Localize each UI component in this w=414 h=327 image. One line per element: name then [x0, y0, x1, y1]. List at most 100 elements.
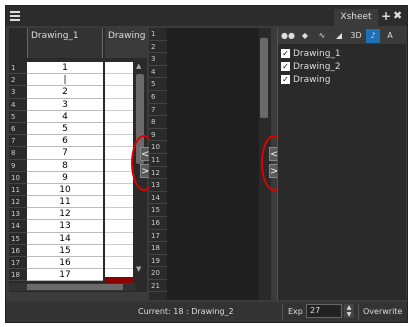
- frame-number: 6: [149, 91, 167, 104]
- exposure-cell[interactable]: 4: [27, 111, 103, 123]
- tab-xsheet[interactable]: Xsheet: [334, 9, 378, 26]
- exposure-field[interactable]: 27: [306, 304, 342, 318]
- frame-number: 19: [149, 255, 167, 268]
- add-tab-button[interactable]: +: [381, 9, 391, 23]
- column-header-drawing[interactable]: Drawing: [105, 28, 147, 58]
- xsheet-left-panel: Drawing_1 Drawing 1 2 3 4 5 6 7 8 9 10 11 12 13 14 15 1…: [9, 28, 147, 292]
- column-header-drawing-1[interactable]: Drawing_1: [27, 28, 103, 58]
- exposure-cell[interactable]: 6: [27, 135, 103, 148]
- scrollbar-thumb[interactable]: [260, 38, 268, 118]
- frame-number: 2: [9, 74, 27, 87]
- divider: [358, 304, 359, 320]
- exposure-cell[interactable]: 3: [27, 99, 103, 111]
- frame-number: 13: [9, 208, 27, 221]
- drawing-1-column[interactable]: 1 | 2 3 4 5 6 7 8 9 10 11 12 13 14 15 16 17: [27, 62, 103, 282]
- xsheet-toolbar: ●● ◆ ∿ ◢ 3D ♪ A: [278, 28, 406, 44]
- exposure-cell[interactable]: [105, 220, 133, 233]
- layer-item[interactable]: ✓ Drawing_2: [281, 61, 341, 73]
- exposure-cell[interactable]: [105, 123, 133, 136]
- exposure-cell[interactable]: [105, 99, 133, 111]
- empty-column-area[interactable]: [167, 28, 259, 300]
- exposure-cell[interactable]: [105, 196, 133, 209]
- exposure-cell[interactable]: [105, 86, 133, 99]
- frame-number: 7: [149, 104, 167, 117]
- annotation-icon[interactable]: A: [383, 29, 397, 43]
- checkbox[interactable]: ✓: [281, 49, 290, 58]
- 3d-label[interactable]: 3D: [349, 29, 363, 43]
- frame-number: 15: [149, 204, 167, 217]
- exposure-cell[interactable]: 17: [27, 269, 103, 282]
- frame-number: 20: [149, 267, 167, 280]
- layer-list-panel: ●● ◆ ∿ ◢ 3D ♪ A ✓ Drawing_1 ✓ Drawing_2 ✓ Drawing: [277, 28, 406, 300]
- exposure-cell[interactable]: [105, 245, 133, 257]
- frame-number: 5: [9, 111, 27, 123]
- frame-number: 1: [9, 62, 27, 75]
- checkbox[interactable]: ✓: [281, 75, 290, 84]
- exposure-cell[interactable]: [105, 160, 133, 172]
- exposure-cell[interactable]: 5: [27, 123, 103, 136]
- exposure-cell[interactable]: 7: [27, 147, 103, 160]
- exposure-cell[interactable]: [105, 233, 133, 245]
- exposure-cell[interactable]: 9: [27, 172, 103, 184]
- exposure-cell[interactable]: 1: [27, 62, 103, 75]
- close-icon[interactable]: ✖: [393, 9, 402, 23]
- frame-number: 9: [9, 160, 27, 172]
- frame-number: 14: [9, 220, 27, 233]
- frame-number: 4: [149, 66, 167, 79]
- exposure-cell[interactable]: 14: [27, 233, 103, 245]
- exposure-cell[interactable]: [105, 135, 133, 148]
- exposure-cell[interactable]: [105, 147, 133, 160]
- frame-number: 13: [149, 179, 167, 192]
- exposure-cell[interactable]: 16: [27, 257, 103, 270]
- scrollbar-thumb[interactable]: [27, 284, 123, 290]
- exposure-cell[interactable]: [105, 184, 133, 197]
- frame-number: 18: [149, 242, 167, 255]
- frame-numbers: 1 2 3 4 5 6 7 8 9 10 11 12 13 14 15 16 17 18: [9, 62, 27, 282]
- checkbox[interactable]: ✓: [281, 62, 290, 71]
- frame-number: 6: [9, 123, 27, 136]
- sound-icon[interactable]: ♪: [366, 29, 380, 43]
- status-bar: Current: 18 : Drawing_2 Exp 27 ▲ ▼ Overwr…: [6, 302, 407, 322]
- scroll-up-icon[interactable]: ▲: [136, 62, 141, 70]
- menu-icon[interactable]: [10, 11, 20, 21]
- frame-number: 14: [149, 192, 167, 205]
- drawing-column[interactable]: [105, 62, 133, 282]
- layer-label: Drawing: [293, 75, 331, 85]
- exposure-cell[interactable]: 13: [27, 220, 103, 233]
- layer-item[interactable]: ✓ Drawing_1: [281, 48, 341, 60]
- exposure-cell[interactable]: 10: [27, 184, 103, 197]
- exposure-cell[interactable]: [105, 111, 133, 123]
- onion-skin-icon[interactable]: ●●: [281, 29, 295, 43]
- frame-number: 8: [9, 147, 27, 160]
- exposure-cell[interactable]: 8: [27, 160, 103, 172]
- color-icon[interactable]: ◆: [298, 29, 312, 43]
- exposure-cell[interactable]: 2: [27, 86, 103, 99]
- exposure-cell[interactable]: [105, 172, 133, 184]
- exposure-cell[interactable]: 11: [27, 196, 103, 209]
- exposure-cell[interactable]: [105, 62, 133, 75]
- exposure-cell[interactable]: 12: [27, 208, 103, 221]
- layer-label: Drawing_1: [293, 49, 341, 59]
- keyframe-icon[interactable]: ◢: [332, 29, 346, 43]
- frame-number: 9: [149, 129, 167, 142]
- frame-number: 3: [149, 53, 167, 66]
- exposure-cell[interactable]: |: [27, 74, 103, 87]
- frame-number: 17: [149, 230, 167, 243]
- exposure-stepper[interactable]: ▲ ▼: [344, 304, 354, 318]
- exposure-cell[interactable]: [105, 74, 133, 87]
- xsheet-middle-panel: 1 2 3 4 5 6 7 8 9 10 11 12 13 14 15 16 17 18 19 20 21: [149, 28, 271, 300]
- exposure-label: Exp: [288, 307, 303, 316]
- function-curve-icon[interactable]: ∿: [315, 29, 329, 43]
- frame-number: 1: [149, 28, 167, 41]
- exposure-cell[interactable]: 15: [27, 245, 103, 257]
- frame-number: 10: [149, 141, 167, 154]
- edit-mode-label[interactable]: Overwrite: [363, 307, 402, 316]
- scroll-down-icon[interactable]: ▼: [136, 265, 141, 273]
- exposure-cell[interactable]: [105, 257, 133, 270]
- frame-number: 7: [9, 135, 27, 148]
- horizontal-scrollbar[interactable]: [9, 283, 135, 291]
- frame-number: 15: [9, 233, 27, 245]
- layer-item[interactable]: ✓ Drawing: [281, 74, 330, 86]
- exposure-cell[interactable]: [105, 208, 133, 221]
- frame-number: 17: [9, 257, 27, 270]
